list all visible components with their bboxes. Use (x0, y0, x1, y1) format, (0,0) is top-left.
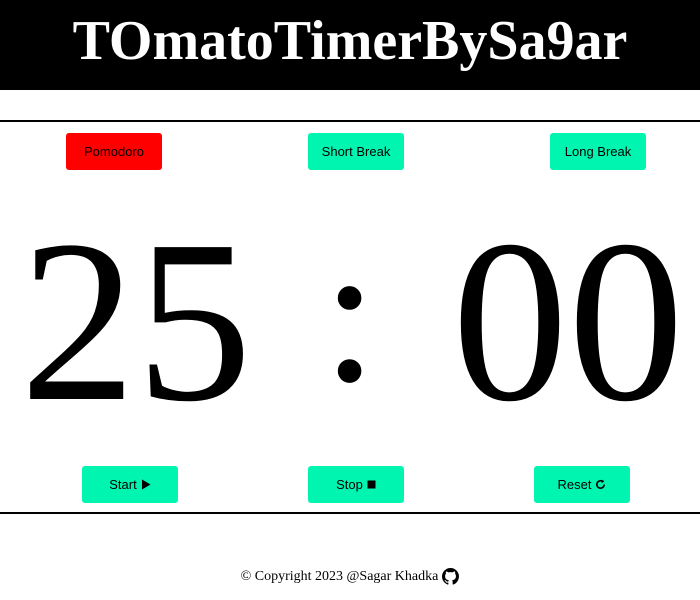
timer-separator: : (322, 203, 378, 424)
start-label: Start (109, 477, 137, 492)
timer-minutes: 25 (20, 193, 252, 450)
start-button[interactable]: Start (82, 466, 178, 503)
stop-label: Stop (336, 477, 363, 492)
long-break-button[interactable]: Long Break (550, 133, 646, 170)
stop-button[interactable]: Stop (308, 466, 404, 503)
timer-panel: Pomodoro Short Break Long Break 25 : 00 … (0, 120, 700, 514)
app-title: TOmatoTimerBySa9ar (72, 10, 628, 72)
stop-icon (367, 480, 376, 489)
timer-seconds: 00 (452, 193, 684, 450)
timer-display: 25 : 00 (0, 202, 700, 442)
play-icon (141, 479, 151, 490)
reset-icon (595, 479, 606, 490)
pomodoro-button[interactable]: Pomodoro (66, 133, 162, 170)
long-break-label: Long Break (564, 144, 632, 159)
footer: © Copyright 2023 @Sagar Khadka (0, 568, 700, 585)
github-icon[interactable] (442, 568, 460, 585)
pomodoro-label: Pomodoro (84, 144, 144, 159)
reset-button[interactable]: Reset (534, 466, 630, 503)
copyright-text: © Copyright 2023 @Sagar Khadka (240, 568, 439, 584)
reset-label: Reset (557, 477, 592, 492)
short-break-label: Short Break (321, 144, 391, 159)
app-header: TOmatoTimerBySa9ar (0, 0, 700, 90)
short-break-button[interactable]: Short Break (308, 133, 404, 170)
